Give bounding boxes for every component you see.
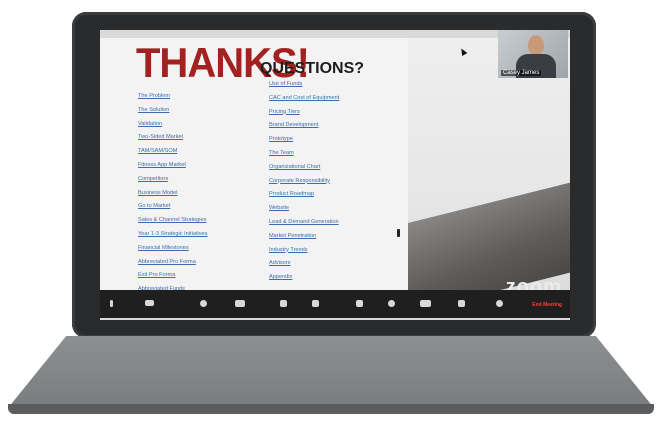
- slide-link[interactable]: Use of Funds: [269, 78, 339, 92]
- slide-link[interactable]: The Solution: [138, 104, 207, 118]
- slide-link[interactable]: Two-Sided Market: [138, 131, 207, 145]
- slide-link[interactable]: The Problem: [138, 90, 207, 104]
- participants-icon[interactable]: [235, 300, 245, 307]
- slide-link[interactable]: Corporate Responsibility: [269, 175, 339, 189]
- slide-link[interactable]: Sales & Channel Strategies: [138, 214, 207, 228]
- slide-link[interactable]: Validation: [138, 118, 207, 132]
- slide-link[interactable]: CAC and Cost of Equipment: [269, 92, 339, 106]
- slide-link[interactable]: The Team: [269, 147, 339, 161]
- slide-link[interactable]: Fitness App Market: [138, 159, 207, 173]
- slide-link[interactable]: Business Model: [138, 187, 207, 201]
- record-icon[interactable]: [356, 300, 363, 307]
- slide-link[interactable]: Industry Trends: [269, 244, 339, 258]
- slide-link[interactable]: Abbreviated Pro Forma: [138, 256, 207, 270]
- security-icon[interactable]: [200, 300, 207, 307]
- participant-head: [528, 35, 544, 55]
- slide-link[interactable]: TAM/SAM/SOM: [138, 145, 207, 159]
- participant-video[interactable]: Casey James: [498, 30, 568, 78]
- slide-link[interactable]: Prototype: [269, 133, 339, 147]
- laptop-base-edge: [8, 404, 654, 414]
- slide-link[interactable]: Website: [269, 202, 339, 216]
- slide-link[interactable]: Appendix: [269, 271, 339, 285]
- slide-link[interactable]: Brand Development: [269, 119, 339, 133]
- meeting-toolbar: End Meeting: [100, 290, 570, 318]
- hiker-figure: [397, 229, 400, 237]
- video-icon[interactable]: [145, 300, 154, 306]
- left-link-list: The Problem The Solution Validation Two-…: [138, 90, 207, 297]
- slide-subtitle: QUESTIONS?: [260, 60, 365, 77]
- mute-icon[interactable]: [110, 300, 113, 307]
- whiteboard-icon[interactable]: [458, 300, 465, 307]
- more-icon[interactable]: [496, 300, 503, 307]
- participant-name: Casey James: [501, 70, 542, 76]
- apps-icon[interactable]: [420, 300, 431, 307]
- right-link-list: Use of Funds CAC and Cost of Equipment P…: [269, 78, 339, 285]
- shared-slide: THANKS! QUESTIONS? The Problem The Solut…: [100, 38, 408, 292]
- hill-shape: [408, 179, 570, 290]
- slide-link[interactable]: Advisors: [269, 257, 339, 271]
- chat-icon[interactable]: [280, 300, 287, 307]
- slide-link[interactable]: Financial Milestones: [138, 242, 207, 256]
- laptop-base: [8, 336, 654, 408]
- slide-link[interactable]: Year 1-3 Strategic Initiatives: [138, 228, 207, 242]
- reactions-icon[interactable]: [388, 300, 395, 307]
- slide-link[interactable]: Exit Pro Forma: [138, 269, 207, 283]
- slide-link[interactable]: Competitors: [138, 173, 207, 187]
- zoom-watermark: zoom: [505, 276, 562, 290]
- slide-link[interactable]: Organizational Chart: [269, 161, 339, 175]
- slide-link[interactable]: Product Roadmap: [269, 188, 339, 202]
- share-screen-icon[interactable]: [312, 300, 319, 307]
- slide-link[interactable]: Go to Market: [138, 200, 207, 214]
- slide-link[interactable]: Pricing Tiers: [269, 106, 339, 120]
- end-meeting-button[interactable]: End Meeting: [532, 302, 562, 308]
- slide-link[interactable]: Market Penetration: [269, 230, 339, 244]
- slide-link[interactable]: Lead & Demand Generation: [269, 216, 339, 230]
